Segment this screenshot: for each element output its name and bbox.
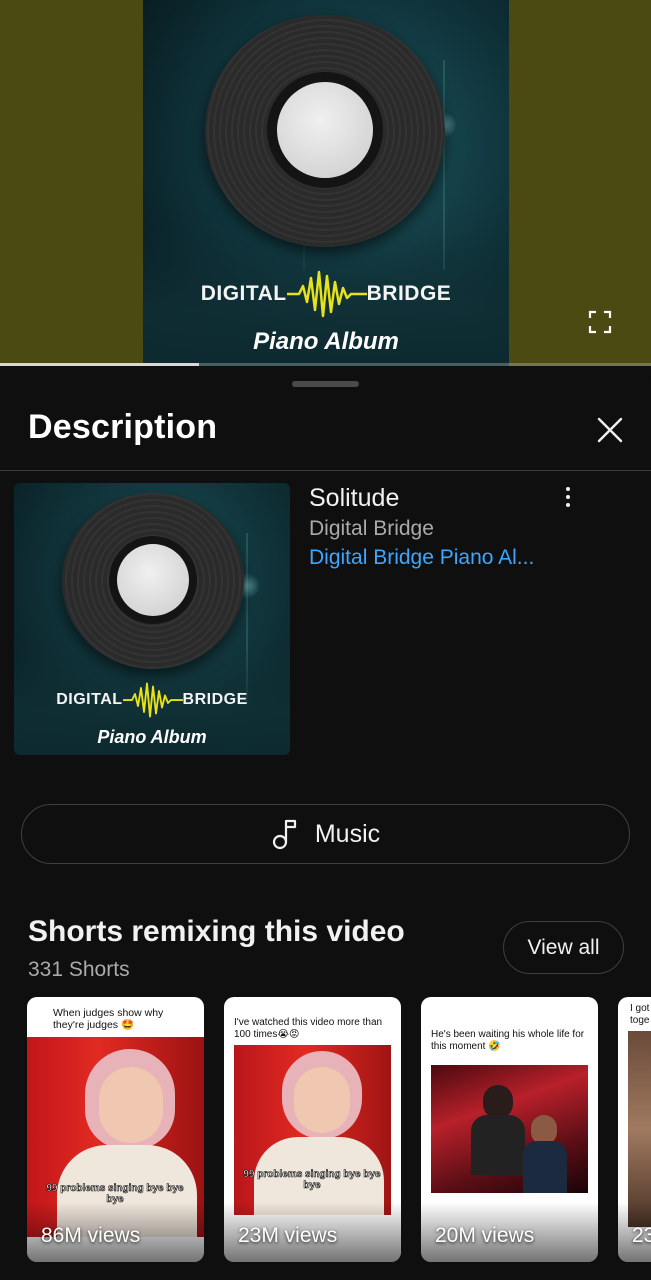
track-title: Solitude <box>309 484 400 512</box>
fullscreen-button[interactable] <box>588 310 612 334</box>
short-thumbnail: 99 problems singing bye bye bye <box>234 1045 391 1215</box>
description-sheet: Description DIGITAL BRIDGE Piano Album S… <box>0 366 651 1280</box>
music-button-label: Music <box>314 819 381 848</box>
short-views: 86M views <box>41 1224 141 1247</box>
short-views: 23M views <box>238 1224 338 1247</box>
vinyl-label <box>277 82 373 178</box>
short-card[interactable]: I got toge 23 <box>618 997 651 1262</box>
album-artwork: DIGITAL BRIDGE Piano Album <box>143 0 509 366</box>
more-vert-icon <box>566 503 570 507</box>
face <box>99 1067 163 1143</box>
fullscreen-icon <box>588 310 612 334</box>
short-card[interactable]: I've watched this video more than 100 ti… <box>224 997 401 1262</box>
album-subtitle: Piano Album <box>253 328 399 355</box>
short-caption: I've watched this video more than 100 ti… <box>234 1017 383 1040</box>
short-card[interactable]: When judges show why they're judges 🤩 99… <box>27 997 204 1262</box>
short-caption: When judges show why they're judges 🤩 <box>53 1007 164 1031</box>
brand-right: BRIDGE <box>366 282 452 305</box>
music-button[interactable]: Music <box>21 804 630 864</box>
music-note-icon <box>272 819 296 850</box>
more-vert-icon <box>566 495 570 499</box>
short-thumbnail <box>431 1065 588 1193</box>
thumb-brand: DIGITAL BRIDGE <box>14 679 290 721</box>
thumb-subtitle: Piano Album <box>97 727 207 747</box>
shorts-carousel[interactable]: When judges show why they're judges 🤩 99… <box>27 997 651 1262</box>
short-caption: He's been waiting his whole life for thi… <box>431 1029 585 1052</box>
track-thumbnail[interactable]: DIGITAL BRIDGE Piano Album <box>14 483 290 755</box>
brand-left: DIGITAL <box>56 691 123 708</box>
person-body <box>471 1115 525 1175</box>
view-all-button[interactable]: View all <box>503 921 624 974</box>
drag-handle[interactable] <box>292 381 359 387</box>
short-views: 23 <box>632 1224 651 1247</box>
person-body <box>523 1141 567 1193</box>
person-head <box>483 1085 513 1119</box>
soundwave-icon <box>286 270 367 318</box>
sheet-title: Description <box>28 408 218 446</box>
more-options-button[interactable] <box>556 482 580 512</box>
soundwave-icon <box>122 682 183 718</box>
short-overlay-text: 99 problems singing bye bye bye <box>243 1169 381 1192</box>
more-vert-icon <box>566 487 570 491</box>
video-player[interactable]: DIGITAL BRIDGE Piano Album <box>0 0 651 366</box>
brand-right: BRIDGE <box>182 691 248 708</box>
close-icon <box>597 417 623 443</box>
vinyl-label <box>117 544 189 616</box>
short-views: 20M views <box>435 1224 535 1247</box>
album-brand: DIGITAL BRIDGE <box>143 266 509 322</box>
shorts-heading: Shorts remixing this video <box>28 915 405 948</box>
short-thumbnail <box>628 1031 651 1227</box>
divider <box>0 470 651 471</box>
vinyl-record-icon <box>62 493 244 669</box>
vinyl-record-icon <box>205 15 445 247</box>
brand-left: DIGITAL <box>200 282 287 305</box>
track-album-link[interactable]: Digital Bridge Piano Al... <box>309 546 534 570</box>
shorts-count: 331 Shorts <box>28 958 130 981</box>
close-button[interactable] <box>592 412 628 448</box>
face <box>294 1067 350 1133</box>
short-card[interactable]: He's been waiting his whole life for thi… <box>421 997 598 1262</box>
track-artist[interactable]: Digital Bridge <box>309 517 434 541</box>
short-caption: I got toge <box>630 1003 650 1026</box>
